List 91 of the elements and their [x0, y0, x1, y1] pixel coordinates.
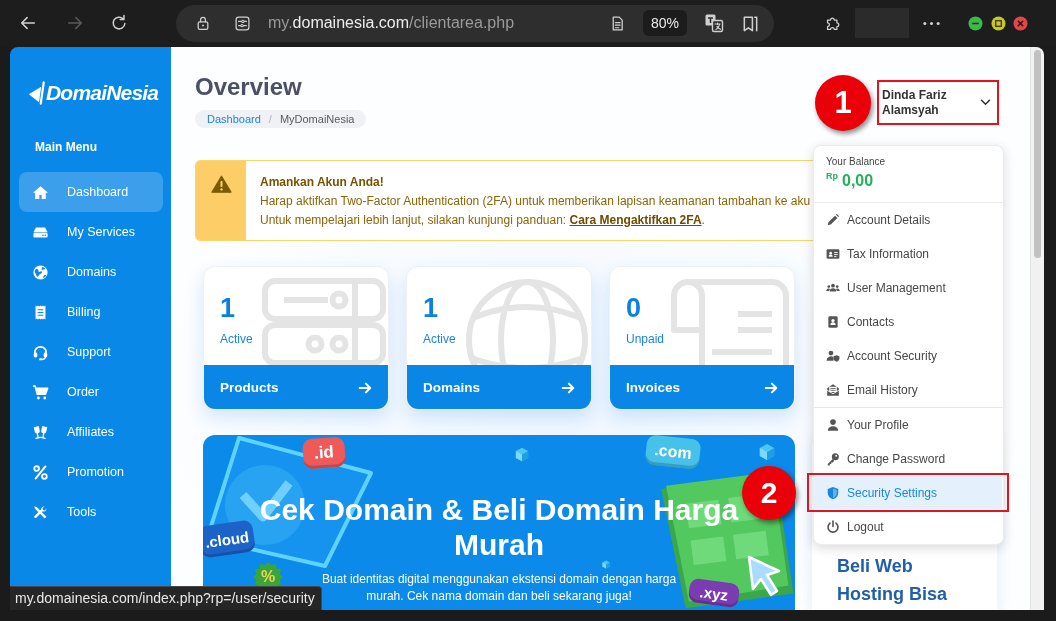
- promo-heading: Beli Web Hosting Bisa: [837, 555, 948, 606]
- maximize-button[interactable]: [991, 15, 1006, 31]
- domain-tag: .id: [302, 436, 346, 470]
- zoom-level-button[interactable]: 80%: [643, 10, 687, 36]
- shield-icon: [826, 485, 840, 500]
- tools-icon: [32, 503, 49, 521]
- stat-count: 1: [423, 293, 439, 323]
- cart-icon: [32, 383, 49, 401]
- cube-icon: [602, 560, 610, 569]
- power-icon: [826, 520, 840, 534]
- breadcrumb-separator: /: [268, 112, 272, 127]
- scrollbar-thumb[interactable]: [1034, 50, 1041, 258]
- sidebar-item[interactable]: Domains: [19, 252, 163, 292]
- logo-mark-icon: [28, 81, 45, 105]
- arrow-right-icon: [358, 380, 372, 395]
- lock-icon: [195, 15, 211, 31]
- url-text: my.domainesia.com/clientarea.php: [268, 14, 515, 32]
- dropdown-menu-item[interactable]: Account Details: [814, 203, 1003, 237]
- sidebar-item[interactable]: Order: [19, 372, 163, 412]
- dropdown-menu-item[interactable]: Account Security: [814, 339, 1003, 373]
- server-stack-icon: [262, 278, 386, 365]
- sidebar-item[interactable]: Tools: [19, 492, 163, 532]
- reload-icon: [110, 14, 128, 32]
- card-link-bar[interactable]: Products: [204, 365, 388, 409]
- contact-book-icon: [826, 315, 840, 329]
- guide-link[interactable]: Cara Mengaktifkan 2FA: [569, 213, 702, 227]
- arrow-right-icon: [66, 14, 84, 32]
- stat-count: 1: [220, 293, 236, 323]
- alert-message: Harap aktifkan Two-Factor Authentication (2FA) untuk memberikan lapisan keamanan tambahan ke aku: [260, 193, 811, 210]
- stat-status: Unpaid: [626, 332, 665, 346]
- sidebar-item[interactable]: Support: [19, 332, 163, 372]
- home-icon: [32, 183, 49, 201]
- cube-icon: [515, 447, 529, 462]
- cube-icon: [759, 443, 775, 461]
- scroll-icon: [668, 278, 792, 365]
- currency-label: Rp: [826, 171, 838, 181]
- user-icon: [826, 418, 840, 432]
- step-number-badge: 1: [815, 74, 871, 131]
- translate-icon[interactable]: [704, 13, 724, 33]
- dropdown-menu-item[interactable]: Your Profile: [814, 408, 1003, 442]
- breadcrumb-current: MyDomaiNesia: [279, 112, 355, 127]
- warning-icon: [210, 175, 232, 193]
- arrow-right-icon: [764, 380, 778, 395]
- account-menu-button[interactable]: Dinda Fariz Alamsyah: [877, 80, 999, 125]
- status-url-tooltip: my.domainesia.com/index.php?rp=/user/security: [10, 586, 322, 610]
- key-icon: [826, 452, 840, 466]
- pencil-icon: [826, 213, 840, 227]
- headset-icon: [32, 343, 49, 361]
- dropdown-menu-item[interactable]: Contacts: [814, 305, 1003, 339]
- dropdown-menu-item[interactable]: Logout: [814, 510, 1003, 544]
- balance-label: Your Balance: [826, 155, 886, 169]
- logo-text: DomaiNesia: [46, 80, 159, 106]
- stat-count: 0: [626, 293, 642, 323]
- banner-subtitle: Buat identitas digital menggunakan ekstensi domain dengan harga murah. Cek nama domain dan beli sekarang juga!: [320, 571, 678, 605]
- globe-icon: [465, 278, 589, 365]
- chevron-down-icon: [980, 99, 991, 106]
- id-card-icon: [826, 247, 840, 261]
- page-title: Overview: [195, 73, 302, 101]
- user-shield-icon: [826, 349, 840, 363]
- domain-tag: .com: [644, 435, 702, 470]
- sidebar-item[interactable]: Affiliates: [19, 412, 163, 452]
- balance-amount: 0,00: [842, 171, 874, 191]
- sidebar-item[interactable]: Dashboard: [19, 172, 163, 212]
- minimize-button[interactable]: [968, 15, 983, 31]
- card-link-bar[interactable]: Invoices: [610, 365, 794, 409]
- sidebar-item[interactable]: Billing: [19, 292, 163, 332]
- alert-title: Amankan Akun Anda!: [260, 174, 384, 191]
- sidebar-item[interactable]: Promotion: [19, 452, 163, 492]
- wine-glasses-icon: [32, 423, 49, 441]
- stat-status: Active: [423, 332, 456, 346]
- breadcrumb-link[interactable]: Dashboard: [207, 110, 261, 128]
- menu-heading: Main Menu: [35, 140, 97, 154]
- arrow-left-icon: [19, 14, 37, 32]
- sidebar-item[interactable]: My Services: [19, 212, 163, 252]
- close-button[interactable]: [1013, 15, 1028, 31]
- dropdown-menu-item[interactable]: Tax Information: [814, 237, 1003, 271]
- site-settings-icon: [234, 14, 251, 32]
- dropdown-menu-item[interactable]: Change Password: [814, 442, 1003, 476]
- dropdown-menu-item[interactable]: Security Settings: [807, 473, 1009, 512]
- alert-guide-text: Untuk mempelajari lebih lanjut, silakan kunjungi panduan: Cara Mengaktifkan 2FA.: [260, 212, 705, 229]
- users-icon: [826, 281, 840, 295]
- dropdown-menu-item[interactable]: Email History: [814, 373, 1003, 407]
- address-bar[interactable]: my.domainesia.com/clientarea.php 80%: [176, 4, 774, 42]
- percent-icon: [32, 463, 49, 481]
- envelope-icon: [826, 383, 840, 397]
- domain-tag: .cloud: [203, 519, 256, 559]
- globe-icon: [32, 263, 49, 281]
- stat-status: Active: [220, 332, 253, 346]
- card-link-bar[interactable]: Domains: [407, 365, 591, 409]
- dropdown-menu-item[interactable]: User Management: [814, 271, 1003, 305]
- arrow-right-icon: [561, 380, 575, 395]
